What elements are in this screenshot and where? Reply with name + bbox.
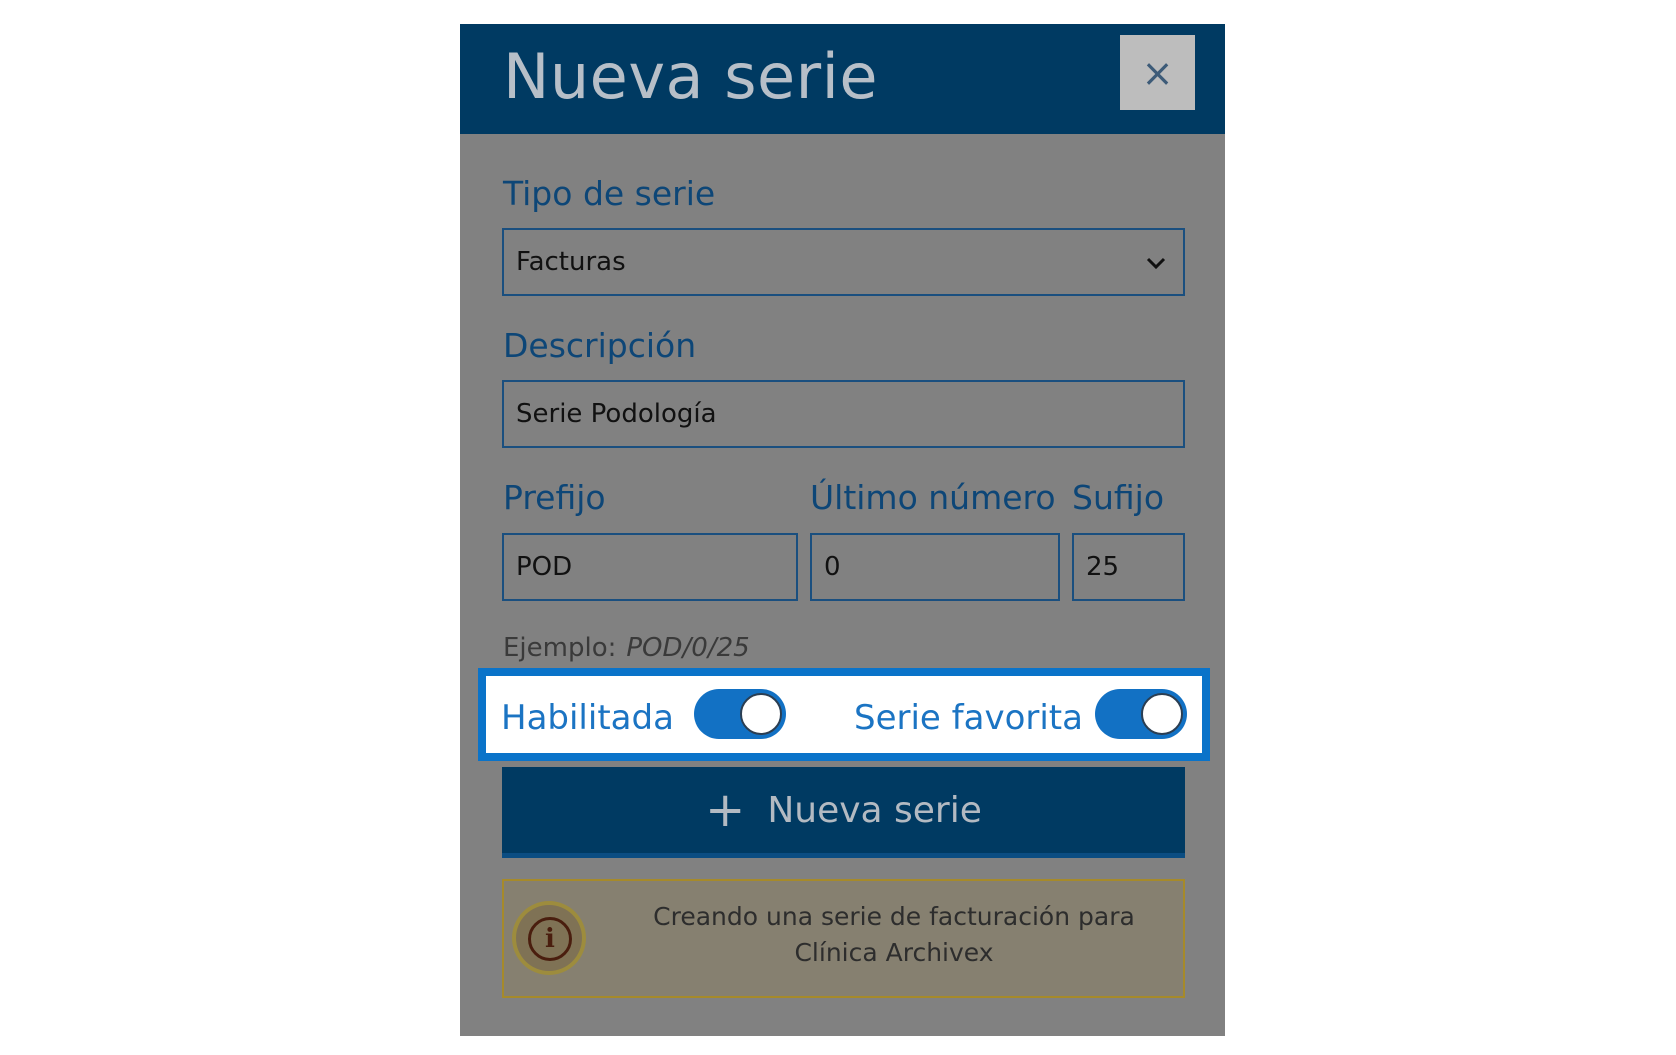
chevron-down-icon [1146, 257, 1166, 270]
favorite-toggle[interactable] [1095, 689, 1187, 739]
new-series-button-label: Nueva serie [767, 789, 982, 831]
series-type-select[interactable]: Facturas [502, 228, 1185, 296]
example-value: POD/0/25 [626, 633, 750, 663]
favorite-label: Serie favorita [854, 698, 1083, 738]
enabled-toggle[interactable] [694, 689, 786, 739]
series-type-value: Facturas [516, 247, 626, 277]
last-number-value: 0 [824, 552, 841, 582]
suffix-label: Sufijo [1072, 478, 1165, 517]
new-series-dialog: Nueva serie × Tipo de serie Facturas Des… [460, 24, 1225, 1036]
enabled-label: Habilitada [501, 698, 674, 738]
description-input[interactable]: Serie Podología [502, 380, 1185, 448]
enabled-toggle-knob [740, 693, 782, 735]
suffix-value: 25 [1086, 552, 1120, 582]
prefix-label: Prefijo [503, 478, 606, 517]
close-icon: × [1141, 50, 1174, 95]
new-series-button[interactable]: + Nueva serie [502, 767, 1185, 858]
description-value: Serie Podología [516, 399, 717, 429]
info-text: Creando una serie de facturación para Cl… [653, 902, 1135, 967]
last-number-label: Último número [810, 478, 1056, 517]
favorite-toggle-knob [1141, 693, 1183, 735]
dialog-header: Nueva serie × [460, 24, 1225, 134]
dialog-title: Nueva serie [503, 40, 879, 113]
suffix-input[interactable]: 25 [1072, 533, 1185, 601]
plus-icon: + [705, 782, 746, 838]
prefix-input[interactable]: POD [502, 533, 798, 601]
last-number-input[interactable]: 0 [810, 533, 1060, 601]
info-icon: i [516, 905, 582, 971]
toggles-panel: Habilitada Serie favorita [478, 668, 1210, 761]
series-type-label: Tipo de serie [503, 174, 716, 213]
prefix-value: POD [516, 552, 573, 582]
description-label: Descripción [503, 326, 697, 365]
close-button[interactable]: × [1120, 35, 1195, 110]
info-banner: i Creando una serie de facturación para … [502, 879, 1185, 998]
example-label: Ejemplo: [503, 633, 617, 663]
example-preview: Ejemplo: POD/0/25 [503, 631, 750, 665]
